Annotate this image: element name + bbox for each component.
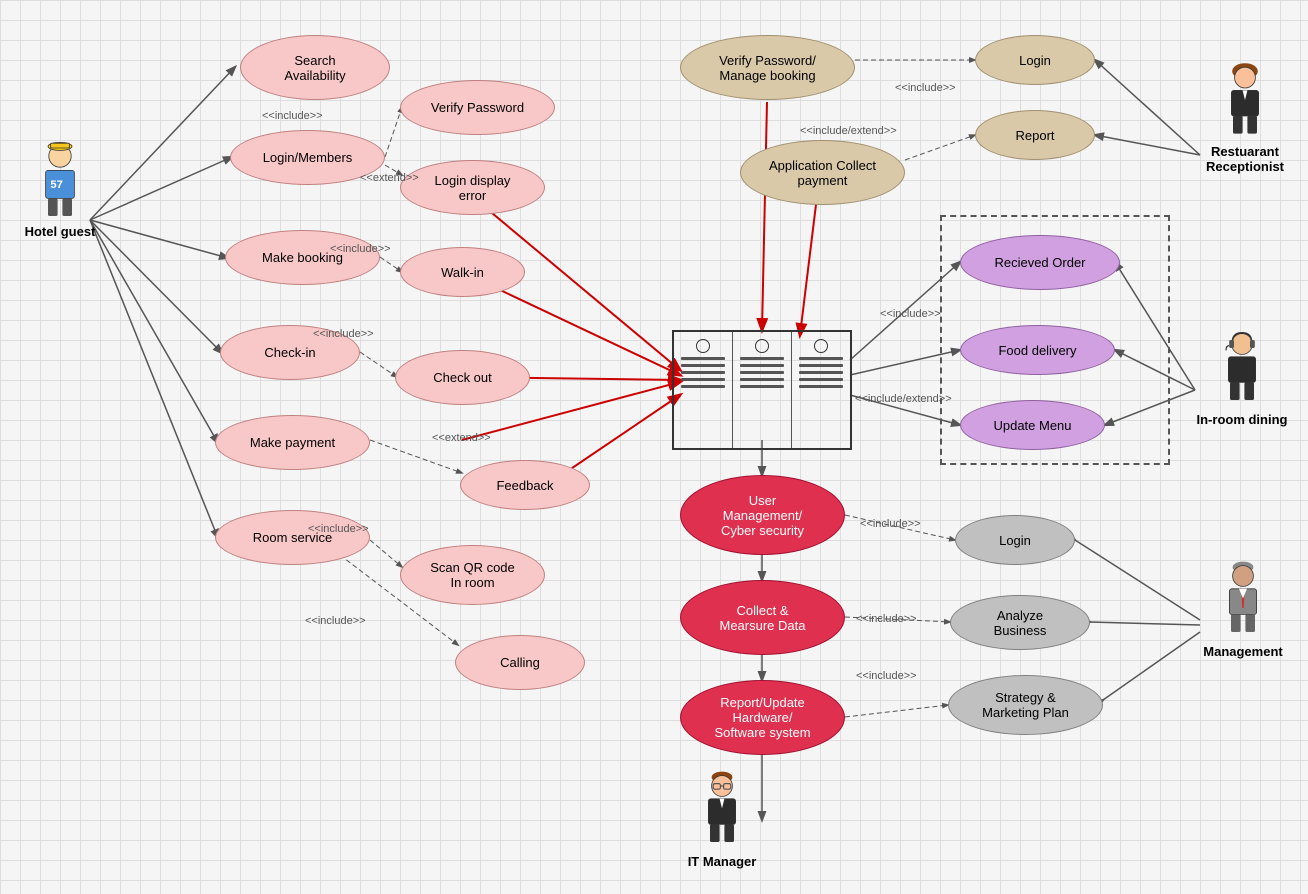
label-include-6: <<include>> bbox=[895, 82, 956, 94]
user-management-node: User Management/ Cyber security bbox=[680, 475, 845, 555]
label-include-8: <<include>> bbox=[860, 518, 921, 530]
report-node: Report bbox=[975, 110, 1095, 160]
it-manager-actor: IT Manager bbox=[672, 770, 772, 869]
label-include-9: <<include>> bbox=[856, 613, 917, 625]
hotel-guest-figure: 57 bbox=[35, 140, 85, 220]
calling-node: Calling bbox=[455, 635, 585, 690]
hotel-guest-label: Hotel guest bbox=[25, 224, 96, 239]
make-booking-node: Make booking bbox=[225, 230, 380, 285]
label-include-extend-1: <<include/extend>> bbox=[800, 125, 897, 137]
login-restaurant-node: Login bbox=[975, 35, 1095, 85]
analyze-business-node: Analyze Business bbox=[950, 595, 1090, 650]
make-payment-node: Make payment bbox=[215, 415, 370, 470]
collect-measure-node: Collect & Mearsure Data bbox=[680, 580, 845, 655]
in-room-dining-label: In-room dining bbox=[1197, 412, 1288, 427]
it-manager-figure bbox=[697, 770, 747, 850]
label-include-5: <<include>> bbox=[305, 615, 366, 627]
label-include-4: <<include>> bbox=[308, 523, 369, 535]
it-manager-label: IT Manager bbox=[688, 854, 757, 869]
in-room-dining-actor: In-room dining bbox=[1192, 328, 1292, 427]
application-collect-node: Application Collect payment bbox=[740, 140, 905, 205]
received-order-node: Recieved Order bbox=[960, 235, 1120, 290]
management-label: Management bbox=[1203, 644, 1282, 659]
feedback-node: Feedback bbox=[460, 460, 590, 510]
strategy-marketing-node: Strategy & Marketing Plan bbox=[948, 675, 1103, 735]
login-display-error-node: Login display error bbox=[400, 160, 545, 215]
diagram-canvas: Search Availability Verify Password Logi… bbox=[0, 0, 1308, 894]
login-management-node: Login bbox=[955, 515, 1075, 565]
label-include-10: <<include>> bbox=[856, 670, 917, 682]
management-figure bbox=[1218, 560, 1268, 640]
check-out-node: Check out bbox=[395, 350, 530, 405]
label-include-extend-2: <<include/extend>> bbox=[855, 393, 952, 405]
walk-in-node: Walk-in bbox=[400, 247, 525, 297]
room-service-node: Room service bbox=[215, 510, 370, 565]
report-update-node: Report/Update Hardware/ Software system bbox=[680, 680, 845, 755]
label-include-7: <<include>> bbox=[880, 308, 941, 320]
label-include-2: <<include>> bbox=[330, 243, 391, 255]
label-include-3: <<include>> bbox=[313, 328, 374, 340]
restaurant-receptionist-label: Restuarant Receptionist bbox=[1206, 144, 1284, 174]
label-include-1: <<include>> bbox=[262, 110, 323, 122]
dining-figure bbox=[1217, 328, 1267, 408]
restaurant-receptionist-actor: Restuarant Receptionist bbox=[1195, 60, 1295, 174]
label-extend-1: <<extend>> bbox=[360, 172, 419, 184]
label-extend-2: <<extend>> bbox=[432, 432, 491, 444]
hotel-guest-actor: 57 Hotel guest bbox=[15, 140, 105, 239]
verify-password-node: Verify Password bbox=[400, 80, 555, 135]
update-menu-node: Update Menu bbox=[960, 400, 1105, 450]
system-box bbox=[672, 330, 852, 450]
scan-qr-node: Scan QR code In room bbox=[400, 545, 545, 605]
verify-password-manage-node: Verify Password/ Manage booking bbox=[680, 35, 855, 100]
search-availability-node: Search Availability bbox=[240, 35, 390, 100]
svg-text:57: 57 bbox=[50, 179, 62, 191]
management-actor: Management bbox=[1198, 560, 1288, 659]
receptionist-figure bbox=[1220, 60, 1270, 140]
food-delivery-node: Food delivery bbox=[960, 325, 1115, 375]
